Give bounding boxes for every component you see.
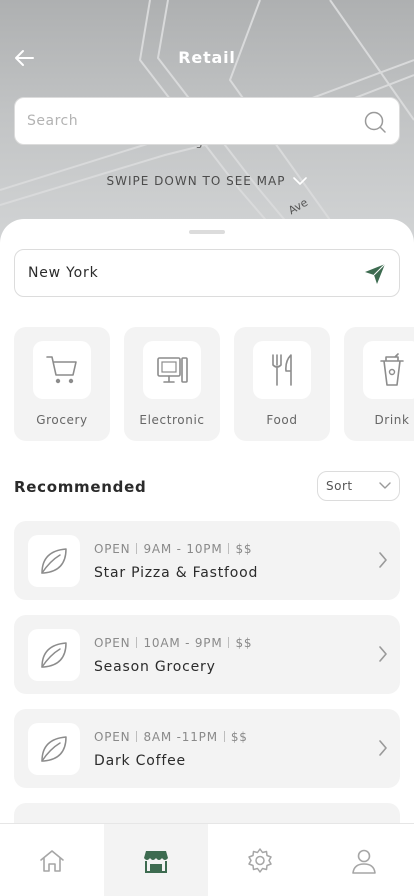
- category-label: Electronic: [139, 413, 205, 427]
- store-status: OPEN: [94, 730, 131, 744]
- store-price: $$: [230, 730, 248, 744]
- swipe-down-hint[interactable]: SWIPE DOWN TO SEE MAP: [0, 174, 414, 188]
- store-icon: [144, 850, 168, 873]
- category-label: Food: [266, 413, 298, 427]
- store-card[interactable]: OPEN 10AM - 9PM $$ Season Grocery: [14, 615, 400, 694]
- store-meta: OPEN 8AM -11PM $$: [94, 730, 248, 744]
- category-grocery[interactable]: Grocery: [14, 327, 110, 441]
- category-icon-box: [143, 341, 201, 399]
- store-logo: [28, 629, 80, 681]
- category-electronic[interactable]: Electronic: [124, 327, 220, 441]
- category-food[interactable]: Food: [234, 327, 330, 441]
- chevron-right-icon: [379, 646, 387, 662]
- store-card[interactable]: OPEN 9AM - 10PM $$ Star Pizza & Fastfood: [14, 521, 400, 600]
- store-meta: OPEN 9AM - 10PM $$: [94, 542, 252, 556]
- sort-label: Sort: [326, 479, 353, 493]
- store-name: Dark Coffee: [94, 753, 186, 769]
- category-drink[interactable]: Drink: [344, 327, 414, 441]
- tab-store[interactable]: [104, 824, 208, 896]
- chevron-right-icon: [379, 740, 387, 756]
- category-list[interactable]: Grocery Electronic Food Drink: [14, 327, 414, 441]
- search-icon[interactable]: [363, 110, 387, 134]
- store-card[interactable]: OPEN 8AM -11PM $$ Dark Coffee: [14, 709, 400, 788]
- leaf-icon: [41, 548, 67, 574]
- home-icon: [40, 849, 64, 872]
- cart-icon: [46, 356, 77, 384]
- category-icon-box: [253, 341, 311, 399]
- store-hours: 8AM -11PM: [143, 730, 218, 744]
- navigation-arrow-icon[interactable]: [363, 262, 387, 286]
- drag-handle[interactable]: [189, 230, 225, 234]
- store-logo: [28, 723, 80, 775]
- store-name: Season Grocery: [94, 659, 216, 675]
- store-price: $$: [235, 542, 253, 556]
- leaf-icon: [41, 736, 67, 762]
- chevron-down-icon: [379, 482, 391, 489]
- swipe-hint-text: SWIPE DOWN TO SEE MAP: [106, 174, 286, 188]
- store-price: $$: [235, 636, 253, 650]
- section-title: Recommended: [14, 478, 147, 496]
- page-title: Retail: [178, 48, 236, 67]
- store-hours: 10AM - 9PM: [143, 636, 223, 650]
- category-label: Grocery: [36, 413, 88, 427]
- sort-dropdown[interactable]: Sort: [317, 471, 400, 501]
- category-icon-box: [33, 341, 91, 399]
- store-meta: OPEN 10AM - 9PM $$: [94, 636, 252, 650]
- user-icon: [352, 849, 376, 874]
- chevron-down-icon: [293, 177, 308, 185]
- monitor-icon: [157, 357, 188, 383]
- cup-icon: [380, 353, 404, 386]
- tab-profile[interactable]: [312, 824, 414, 896]
- search-input[interactable]: [27, 98, 347, 144]
- bottom-sheet: New York Grocery Electronic Food Drink R…: [0, 219, 414, 896]
- category-icon-box: [363, 341, 414, 399]
- tab-settings[interactable]: [208, 824, 312, 896]
- location-value: New York: [28, 265, 99, 281]
- location-field[interactable]: New York: [14, 249, 400, 297]
- tab-bar: [0, 823, 414, 896]
- header: Retail: [0, 36, 414, 80]
- store-name: Star Pizza & Fastfood: [94, 565, 259, 581]
- tab-home[interactable]: [0, 824, 104, 896]
- category-label: Drink: [374, 413, 410, 427]
- search-bar: [14, 97, 400, 145]
- gear-icon: [248, 847, 272, 873]
- store-status: OPEN: [94, 542, 131, 556]
- store-status: OPEN: [94, 636, 131, 650]
- chevron-right-icon: [379, 552, 387, 568]
- store-hours: 9AM - 10PM: [143, 542, 223, 556]
- fork-knife-icon: [272, 354, 292, 386]
- leaf-icon: [41, 642, 67, 668]
- store-logo: [28, 535, 80, 587]
